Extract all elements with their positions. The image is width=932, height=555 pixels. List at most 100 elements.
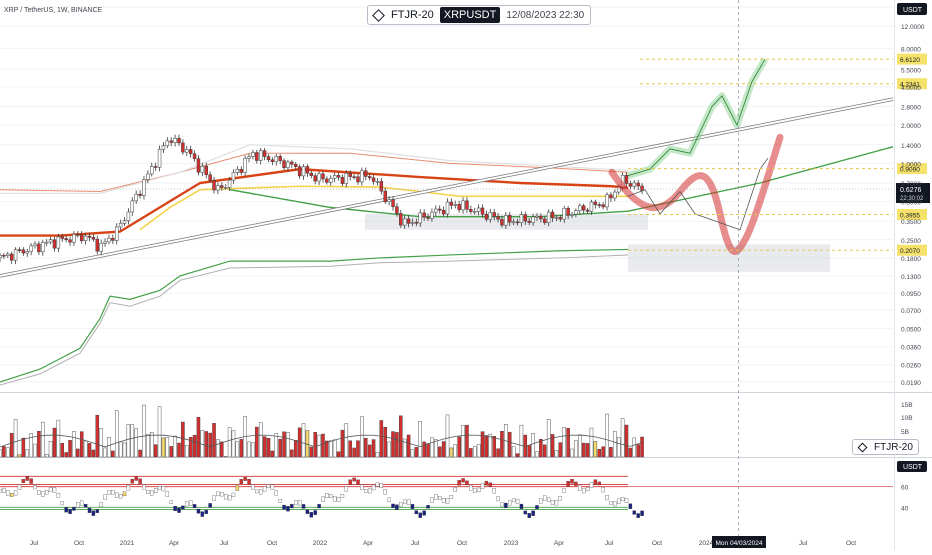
price-tick-label: 12.0000 (901, 24, 925, 31)
osc-candle (581, 488, 586, 494)
price-tick-label: 0.5000 (901, 200, 921, 207)
osc-candle (305, 509, 310, 514)
bear-candle (414, 221, 419, 224)
bear-candle (624, 174, 629, 184)
bull-candle (562, 208, 566, 220)
volume-bar (472, 446, 477, 458)
bear-candle (181, 142, 185, 153)
bear-candle (2, 254, 6, 257)
osc-candle (519, 503, 524, 509)
osc-candle (25, 476, 29, 481)
bear-candle (336, 175, 341, 178)
osc-candle (321, 496, 325, 502)
time-tick-label: Jul (411, 540, 420, 547)
volume-badge[interactable]: FTJR-20 (852, 439, 919, 455)
volume-bar (107, 437, 111, 458)
bear-candle (628, 183, 633, 187)
price-tick-label: 8.0000 (901, 47, 921, 54)
bear-candle (239, 169, 243, 173)
bull-candle (25, 251, 29, 254)
osc-candle (593, 479, 598, 485)
bear-candle (313, 175, 317, 182)
volume-bar (103, 447, 107, 458)
time-tick-label: Apr (554, 540, 565, 547)
volume-bar (251, 442, 255, 458)
chart-canvas[interactable]: 6.61204.23410.90900.39550.20700.627622:3… (0, 0, 932, 550)
volume-bar (484, 435, 489, 458)
bear-candle (465, 200, 469, 210)
bear-candle (581, 205, 586, 211)
bear-candle (469, 209, 473, 212)
volume-bar (426, 443, 430, 458)
volume-bar (126, 424, 131, 458)
bull-candle (99, 243, 103, 252)
bull-candle (13, 249, 18, 261)
osc-candle (251, 484, 255, 490)
chart-background (0, 0, 932, 550)
bear-candle (192, 153, 197, 160)
bull-candle (56, 236, 61, 249)
bull-candle (546, 211, 551, 223)
volume-bar (558, 442, 563, 458)
osc-candle (597, 481, 601, 486)
volume-bar (142, 404, 146, 458)
time-tick-label: Apr (363, 540, 374, 547)
osc-candle (515, 498, 520, 504)
bull-candle (274, 156, 279, 162)
time-tick-label: Apr (169, 540, 180, 547)
osc-candle (76, 502, 80, 508)
volume-bar (391, 431, 395, 458)
osc-candle (200, 511, 205, 517)
symbol-badge[interactable]: FTJR-20 XRPUSDT 12/08/2023 22:30 (367, 5, 592, 25)
volume-bar (130, 424, 135, 458)
bull-candle (247, 156, 251, 159)
osc-candle (453, 487, 457, 492)
bull-candle (235, 169, 240, 173)
osc-candle (461, 478, 465, 483)
osc-candle (367, 488, 372, 494)
volume-bar (278, 438, 282, 458)
volume-bar (395, 432, 399, 458)
osc-candle (484, 480, 489, 486)
bear-candle (566, 208, 570, 216)
volume-bar (434, 439, 438, 458)
bull-candle (29, 245, 33, 252)
volume-bar (0, 449, 2, 458)
osc-candle (9, 493, 14, 497)
volume-bar (282, 431, 286, 458)
volume-bar (601, 446, 605, 458)
osc-candle (332, 496, 337, 502)
osc-candle (410, 504, 415, 509)
volume-bar (91, 449, 96, 458)
symbol-datetime: 12/08/2023 22:30 (506, 9, 585, 21)
osc-candle (165, 491, 170, 497)
osc-candle (449, 495, 454, 499)
osc-candle (329, 494, 333, 498)
bull-candle (554, 217, 559, 219)
osc-candle (146, 490, 150, 494)
time-tick-label: Oct (652, 540, 662, 547)
osc-candle (325, 493, 329, 498)
bull-candle (286, 161, 290, 168)
osc-candle (562, 488, 566, 493)
osc-candle (80, 500, 84, 506)
volume-bar (364, 438, 368, 458)
volume-bar (546, 419, 551, 458)
volume-bar (293, 439, 298, 458)
price-tick-label: 0.0950 (901, 291, 921, 298)
bear-candle (449, 201, 454, 206)
osc-candle (348, 479, 352, 485)
osc-candle (231, 492, 236, 497)
volume-bar (223, 456, 228, 458)
bull-candle (430, 211, 434, 219)
bull-candle (578, 205, 582, 211)
osc-candle (313, 510, 317, 515)
bear-candle (480, 207, 485, 215)
osc-candle (375, 482, 380, 487)
volume-bar (146, 433, 150, 458)
volume-bar (25, 449, 29, 458)
bear-candle (64, 238, 68, 241)
volume-bar (332, 439, 337, 458)
osc-candle (266, 484, 271, 488)
volume-bar (118, 441, 123, 458)
